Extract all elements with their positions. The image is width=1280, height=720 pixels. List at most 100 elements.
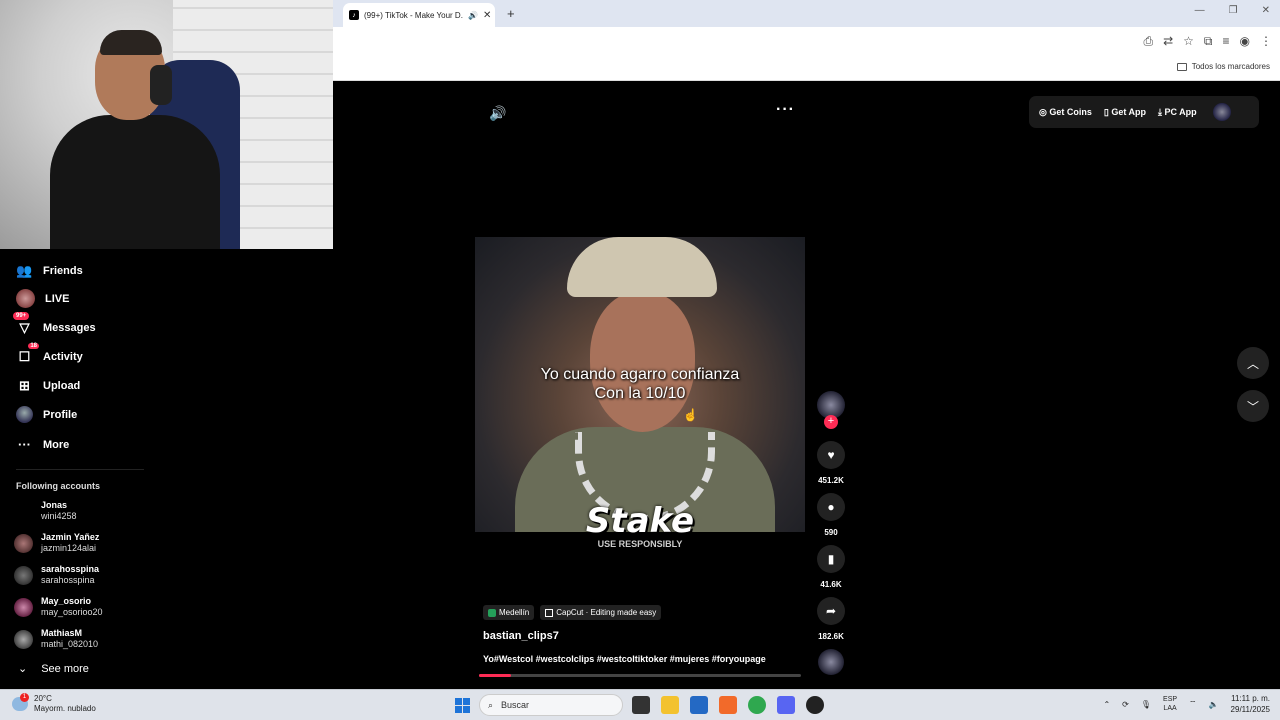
video-more-options-icon[interactable]: ··· — [776, 101, 795, 119]
tray-sync-icon[interactable]: ⟳ — [1122, 700, 1129, 709]
pc-app-button[interactable]: ⤓ PC App — [1158, 107, 1197, 118]
following-account[interactable]: May_osorio may_osorioo20 — [14, 596, 103, 618]
video-player[interactable]: Yo cuando agarro confianza Con la 10/10 — [475, 237, 805, 532]
volume-tray-icon[interactable]: 🔈 — [1209, 700, 1219, 709]
window-close-icon[interactable]: ✕ — [1262, 5, 1270, 16]
video-progress-bar[interactable] — [479, 674, 801, 677]
account-name: Jonas — [41, 500, 68, 510]
location-tag[interactable]: Medellín — [483, 605, 535, 620]
account-username: mathi_082010 — [41, 639, 99, 649]
webcam-headset — [150, 65, 172, 105]
webcam-person-torso — [50, 115, 220, 249]
discord-icon[interactable] — [777, 696, 795, 714]
activity-icon: ☐ 18 — [18, 343, 39, 364]
get-coins-button[interactable]: ◎ Get Coins — [1039, 107, 1092, 118]
taskbar-search[interactable]: ⌕ Buscar — [479, 694, 623, 716]
tab-close-icon[interactable]: ✕ — [483, 10, 495, 21]
sound-avatar[interactable] — [818, 649, 844, 675]
search-icon: ⌕ — [488, 699, 494, 710]
chevron-up-icon: ︿ — [1246, 356, 1259, 371]
sidebar-item-label: Friends — [43, 264, 83, 277]
bookmarks-bar: Todos los marcadores — [333, 56, 1280, 81]
account-username: wini4258 — [41, 511, 77, 521]
bookmark-star-icon[interactable]: ☆ — [1183, 34, 1194, 49]
hand-cursor-icon: ☝ — [683, 408, 698, 422]
save-button[interactable]: ▮ — [817, 545, 845, 573]
file-explorer-icon[interactable] — [661, 696, 679, 714]
video-face — [590, 292, 695, 432]
sidebar-item-messages[interactable]: ▽ 99+ Messages — [13, 312, 96, 336]
following-account[interactable]: sarahosspina sarahosspina — [14, 564, 99, 586]
weather-badge: 1 — [20, 693, 29, 702]
sidebar-item-upload[interactable]: ⊞ Upload — [16, 377, 80, 394]
volume-icon[interactable]: 🔊 — [489, 105, 506, 122]
tab-audio-icon[interactable]: 🔊 — [468, 11, 478, 20]
sidebar-item-label: Profile — [43, 408, 78, 421]
share-button[interactable]: ➦ — [817, 597, 845, 625]
tray-chevron-icon[interactable]: ⌃ — [1103, 700, 1110, 709]
like-count: 451.2K — [818, 476, 844, 485]
windows-start-icon[interactable] — [455, 698, 470, 713]
weather-temp: 20°C — [34, 694, 52, 703]
top-actions: ◎ Get Coins ▯ Get App ⤓ PC App — [1029, 96, 1259, 128]
get-coins-label: Get Coins — [1049, 106, 1092, 117]
following-account[interactable]: Jazmin Yañez jazmin124alai — [14, 532, 99, 554]
profile-avatar-icon[interactable]: ◉ — [1240, 34, 1250, 49]
brave-icon[interactable] — [719, 696, 737, 714]
profile-avatar — [16, 406, 33, 423]
live-avatar — [16, 289, 35, 308]
sidebar-item-more[interactable]: ··· More — [16, 436, 69, 453]
browser-menu-icon[interactable]: ⋮ — [1260, 34, 1272, 49]
sidebar-item-activity[interactable]: ☐ 18 Activity — [16, 343, 83, 365]
bookmark-icon: ▮ — [827, 552, 835, 566]
weather-widget[interactable]: 1 20°C Mayorm. nublado — [12, 693, 96, 714]
clock-date: 29/11/2025 — [1230, 705, 1270, 714]
maximize-icon[interactable]: ❐ — [1229, 5, 1238, 16]
sponsor-subtitle: USE RESPONSIBLY — [597, 539, 683, 549]
new-tab-button[interactable]: + — [507, 6, 515, 21]
video-tags: Medellín CapCut · Editing made easy — [483, 605, 662, 620]
tray-mic-icon[interactable]: 🎙 — [1141, 700, 1151, 709]
video-caption-line1: Yo cuando agarro confianza — [540, 366, 740, 383]
chrome-icon[interactable] — [748, 696, 766, 714]
sidebar-item-friends[interactable]: 👥 Friends — [16, 262, 83, 279]
capcut-tag[interactable]: CapCut · Editing made easy — [540, 605, 662, 620]
follow-plus-icon[interactable]: + — [824, 415, 838, 429]
next-video-button[interactable]: ﹀ — [1237, 390, 1269, 422]
extensions-icon[interactable]: ⧉ — [1204, 34, 1213, 49]
video-author[interactable]: bastian_clips7 — [483, 630, 559, 642]
previous-video-button[interactable]: ︿ — [1237, 347, 1269, 379]
account-name: sarahosspina — [41, 564, 100, 574]
account-avatar — [14, 565, 33, 585]
translate-icon[interactable]: ⇄ — [1163, 34, 1173, 49]
folder-icon — [1176, 62, 1187, 71]
task-view-icon[interactable] — [632, 696, 650, 714]
install-app-icon[interactable]: ⎙ — [1143, 34, 1153, 49]
see-more-button[interactable]: ⌄ See more — [18, 662, 89, 676]
app-icon[interactable] — [806, 696, 824, 714]
network-icon[interactable]: ⌔ — [1189, 699, 1197, 709]
following-account[interactable]: Jonas wini4258 — [14, 500, 77, 522]
location-tag-label: Medellín — [499, 608, 530, 617]
sponsor-watermark: Stake USE RESPONSIBLY — [475, 501, 805, 549]
store-icon[interactable] — [690, 696, 708, 714]
sidebar-item-profile[interactable]: Profile — [16, 406, 77, 423]
media-controls-icon[interactable]: ≡ — [1223, 34, 1230, 49]
comment-button[interactable]: ● — [817, 493, 845, 521]
language-indicator[interactable]: ESP LAA — [1163, 695, 1177, 713]
video-caption: Yo cuando agarro confianza Con la 10/10 — [475, 365, 805, 403]
windows-taskbar: 1 20°C Mayorm. nublado ⌕ Buscar ⌃ ⟳ 🎙 ESP… — [0, 689, 1280, 720]
get-app-button[interactable]: ▯ Get App — [1104, 107, 1146, 118]
search-placeholder: Buscar — [501, 700, 530, 710]
clock[interactable]: 11:11 p. m. 29/11/2025 — [1231, 693, 1270, 715]
sidebar-item-live[interactable]: LIVE — [16, 289, 69, 308]
tiktok-favicon-icon: ♪ — [349, 10, 359, 20]
browser-tab[interactable]: ♪ (99+) TikTok - Make Your D... 🔊 ✕ — [343, 3, 495, 27]
all-bookmarks-button[interactable]: Todos los marcadores — [1176, 62, 1270, 71]
system-tray: ⌃ ⟳ 🎙 ESP LAA ⌔ 🔈 11:11 p. m. 29/11/2025 — [1103, 693, 1270, 715]
following-account[interactable]: MathiasM mathi_082010 — [14, 628, 98, 650]
user-avatar[interactable] — [1212, 103, 1231, 121]
minimize-icon[interactable]: — — [1195, 5, 1205, 16]
like-button[interactable]: ♥ — [817, 441, 845, 469]
browser-tabstrip: ♪ (99+) TikTok - Make Your D... 🔊 ✕ + — … — [333, 0, 1280, 27]
